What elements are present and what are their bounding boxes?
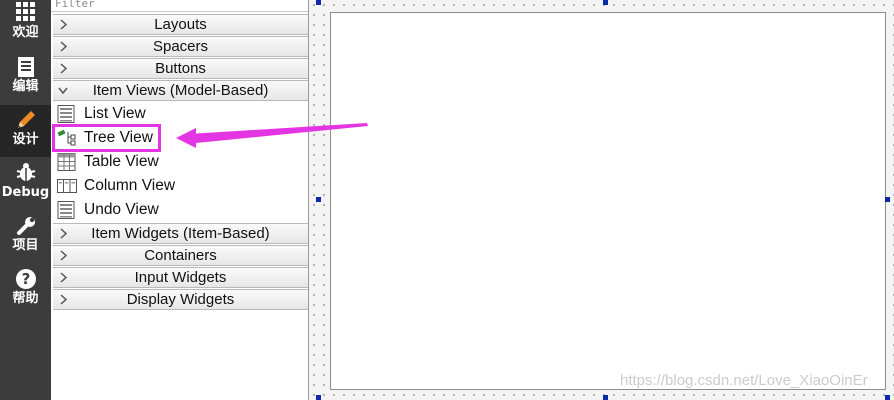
watermark: https://blog.csdn.net/Love_XiaoOinEr: [620, 372, 868, 389]
annotation-arrow: [176, 123, 368, 148]
